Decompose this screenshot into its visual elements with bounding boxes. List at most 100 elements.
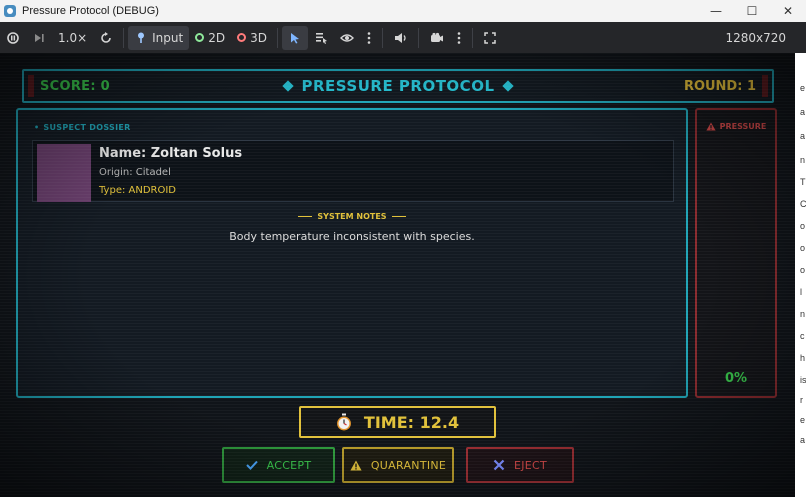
background-text-fragment: n bbox=[800, 155, 806, 165]
visibility-button[interactable] bbox=[334, 26, 360, 50]
joystick-icon bbox=[138, 32, 145, 43]
background-window-strip: e a a n T Co o o l n c h is r e a bbox=[795, 53, 806, 497]
pressure-label-text: PRESSURE bbox=[719, 122, 767, 131]
notes-dash-left bbox=[298, 216, 313, 217]
timer-text: TIME: 12.4 bbox=[363, 412, 460, 432]
background-text-fragment: a bbox=[800, 107, 806, 117]
2d-dot-icon bbox=[195, 33, 205, 42]
reset-icon bbox=[101, 31, 111, 43]
dossier-section-label: SUSPECT DOSSIER bbox=[34, 123, 131, 132]
system-notes-label: SYSTEM NOTES bbox=[18, 212, 686, 221]
header-right-cap bbox=[762, 75, 768, 97]
background-text-fragment: C bbox=[800, 199, 806, 209]
background-text-fragment: e bbox=[800, 83, 806, 93]
checkmark-icon bbox=[245, 460, 258, 470]
vertical-ellipsis-icon bbox=[367, 31, 371, 44]
background-text-fragment: a bbox=[800, 435, 806, 445]
quarantine-label: QUARANTINE bbox=[370, 458, 447, 472]
score-display: SCORE: 0 bbox=[40, 78, 111, 94]
suspend-icon bbox=[7, 31, 19, 44]
background-text-fragment: is bbox=[800, 375, 806, 385]
camera-options-button[interactable] bbox=[450, 26, 468, 50]
suspect-dossier-panel: SUSPECT DOSSIER Name: Zoltan Solus Origi… bbox=[16, 108, 688, 398]
window-title: Pressure Protocol (DEBUG) bbox=[22, 5, 159, 17]
header-left-cap bbox=[28, 75, 34, 97]
game-title-text: PRESSURE PROTOCOL bbox=[301, 77, 495, 95]
view-2d-toggle[interactable]: 2D bbox=[189, 26, 231, 50]
background-text-fragment: o bbox=[800, 221, 806, 231]
minimize-button[interactable]: — bbox=[698, 4, 734, 18]
input-toggle[interactable]: Input bbox=[128, 25, 190, 50]
fullscreen-icon bbox=[484, 31, 496, 44]
maximize-button[interactable]: ☐ bbox=[734, 4, 770, 18]
system-notes-text: Body temperature inconsistent with speci… bbox=[229, 230, 475, 243]
background-text-fragment: n bbox=[800, 309, 806, 319]
pressure-value: 0% bbox=[724, 371, 748, 386]
cursor-arrow-icon bbox=[290, 32, 299, 43]
window-titlebar: Pressure Protocol (DEBUG) — ☐ ✕ bbox=[0, 0, 806, 22]
background-text-fragment: l bbox=[800, 287, 802, 297]
view-2d-label: 2D bbox=[208, 30, 226, 45]
reset-speed-button[interactable] bbox=[93, 26, 119, 50]
more-options-button[interactable] bbox=[360, 26, 378, 50]
list-select-button[interactable] bbox=[308, 26, 334, 50]
background-text-fragment: c bbox=[800, 331, 805, 341]
view-3d-toggle[interactable]: 3D bbox=[231, 26, 273, 50]
background-text-fragment: a bbox=[800, 131, 806, 141]
warning-icon bbox=[350, 460, 362, 471]
next-frame-icon bbox=[35, 33, 44, 42]
camera-override-button[interactable] bbox=[423, 26, 450, 50]
list-select-icon bbox=[315, 32, 327, 44]
diamond-icon bbox=[282, 80, 295, 92]
toolbar-separator bbox=[381, 27, 383, 48]
notes-dash-right bbox=[391, 216, 406, 217]
quarantine-button[interactable]: QUARANTINE bbox=[342, 447, 454, 483]
speaker-icon bbox=[394, 32, 406, 43]
next-frame-button[interactable] bbox=[26, 26, 52, 50]
pressure-label: PRESSURE bbox=[697, 122, 775, 131]
game-viewport[interactable]: SCORE: 0 PRESSURE PROTOCOL ROUND: 1 SUSP… bbox=[0, 53, 795, 497]
camera-icon bbox=[430, 32, 443, 42]
background-text-fragment: o bbox=[800, 243, 806, 253]
timer-display: TIME: 12.4 bbox=[299, 406, 496, 438]
debug-toolbar: 1.0× Input 2D 3D 1280x720 bbox=[0, 22, 806, 53]
toolbar-separator bbox=[123, 27, 125, 48]
round-display: ROUND: 1 bbox=[683, 78, 756, 94]
speed-selector[interactable]: 1.0× bbox=[52, 26, 93, 50]
resolution-readout: 1280x720 bbox=[725, 30, 786, 45]
suspect-portrait bbox=[37, 144, 91, 202]
3d-dot-icon bbox=[237, 33, 247, 42]
view-3d-label: 3D bbox=[250, 30, 267, 45]
accept-button[interactable]: ACCEPT bbox=[222, 447, 335, 483]
toolbar-separator bbox=[276, 27, 278, 48]
select-tool-button[interactable] bbox=[281, 25, 308, 50]
pressure-meter: PRESSURE 0% bbox=[695, 108, 777, 398]
background-text-fragment: o bbox=[800, 265, 806, 275]
eye-icon bbox=[339, 33, 354, 42]
background-text-fragment: T bbox=[800, 177, 806, 187]
mute-button[interactable] bbox=[387, 26, 414, 50]
accept-label: ACCEPT bbox=[266, 458, 312, 472]
eject-button[interactable]: EJECT bbox=[466, 447, 574, 483]
warning-icon bbox=[706, 122, 716, 131]
background-text-fragment: r bbox=[800, 395, 803, 405]
game-header-bar: SCORE: 0 PRESSURE PROTOCOL ROUND: 1 bbox=[22, 69, 774, 103]
system-notes-label-text: SYSTEM NOTES bbox=[317, 212, 387, 221]
background-text-fragment: e bbox=[800, 415, 806, 425]
input-label: Input bbox=[152, 30, 184, 45]
toolbar-separator bbox=[471, 27, 473, 48]
suspect-origin: Origin: Citadel bbox=[99, 167, 171, 178]
suspend-button[interactable] bbox=[0, 26, 26, 50]
embed-window-button[interactable] bbox=[477, 26, 503, 50]
suspect-card: Name: Zoltan Solus Origin: Citadel Type:… bbox=[32, 140, 674, 202]
eject-label: EJECT bbox=[513, 458, 548, 472]
vertical-ellipsis-icon bbox=[457, 31, 461, 44]
diamond-icon bbox=[501, 80, 514, 92]
suspect-name: Name: Zoltan Solus bbox=[99, 146, 243, 161]
stopwatch-icon bbox=[336, 413, 351, 431]
x-cross-icon bbox=[493, 459, 505, 471]
background-text-fragment: h bbox=[800, 353, 806, 363]
close-button[interactable]: ✕ bbox=[770, 4, 806, 18]
toolbar-separator bbox=[417, 27, 419, 48]
godot-app-icon bbox=[4, 5, 16, 17]
